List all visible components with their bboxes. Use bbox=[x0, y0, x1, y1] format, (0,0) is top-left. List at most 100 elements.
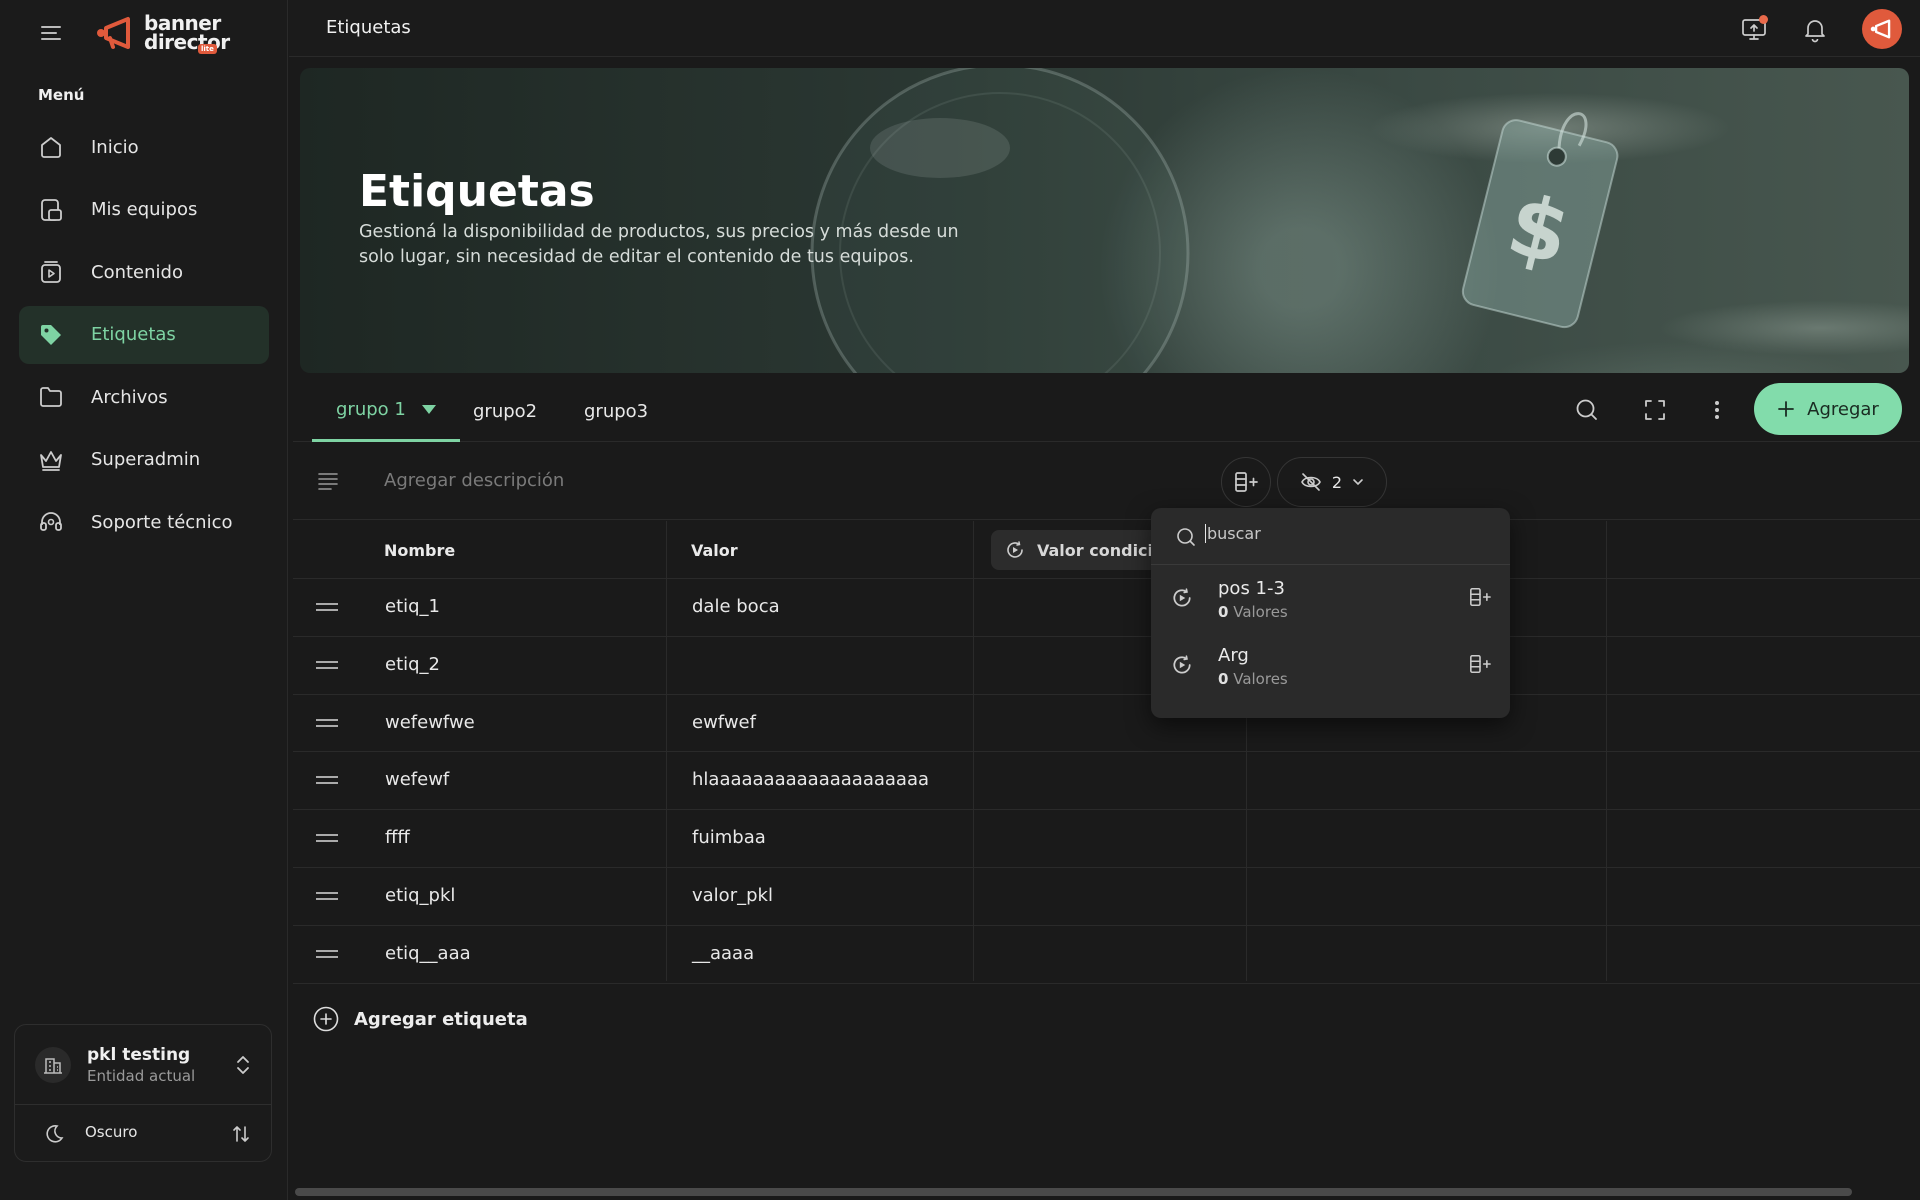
column-header-nombre[interactable]: Nombre bbox=[384, 541, 455, 560]
theme-label: Oscuro bbox=[85, 1123, 138, 1141]
add-button[interactable]: Agregar bbox=[1754, 383, 1902, 435]
user-avatar[interactable] bbox=[1862, 9, 1902, 49]
tab-grupo-1[interactable]: grupo 1 bbox=[312, 380, 460, 442]
tag-value-cell[interactable]: valor_pkl bbox=[692, 885, 773, 906]
fullscreen-icon[interactable] bbox=[1641, 396, 1669, 424]
banner-title: Etiquetas bbox=[359, 166, 595, 217]
drag-handle-icon[interactable] bbox=[316, 718, 338, 727]
conditional-value-icon bbox=[1173, 655, 1191, 674]
tab-grupo3[interactable]: grupo3 bbox=[584, 380, 648, 442]
devices-icon bbox=[41, 198, 62, 221]
add-column-icon[interactable] bbox=[1468, 653, 1492, 675]
dropdown-item[interactable]: pos 1-3 0 Valores bbox=[1151, 565, 1510, 631]
description-input[interactable]: Agregar descripción bbox=[384, 470, 564, 491]
entity-subtitle: Entidad actual bbox=[87, 1067, 196, 1085]
drag-handle-icon[interactable] bbox=[316, 891, 338, 900]
dropdown-search: buscar bbox=[1151, 508, 1510, 565]
topbar: Etiquetas bbox=[289, 0, 1920, 57]
eye-off-icon bbox=[1301, 473, 1321, 491]
tag-name-cell[interactable]: ffff bbox=[385, 827, 410, 848]
sidebar-item-inicio[interactable]: Inicio bbox=[19, 118, 269, 176]
tag-name-cell[interactable]: etiq_1 bbox=[385, 596, 440, 617]
tag-name-cell[interactable]: wefewf bbox=[385, 769, 449, 790]
drag-handle-icon[interactable] bbox=[316, 660, 338, 669]
page-title: Etiquetas bbox=[326, 17, 411, 38]
drag-handle-icon[interactable] bbox=[316, 834, 338, 843]
sidebar-item-label: Contenido bbox=[91, 261, 183, 283]
conditional-value-icon bbox=[1173, 588, 1191, 607]
column-header-valor-condicional[interactable]: Valor condici bbox=[991, 530, 1170, 570]
megaphone-logo-icon bbox=[97, 17, 130, 49]
tag-value-cell[interactable]: dale boca bbox=[692, 596, 780, 617]
tag-name-cell[interactable]: etiq_pkl bbox=[385, 885, 455, 906]
sidebar-item-superadmin[interactable]: Superadmin bbox=[19, 431, 269, 489]
add-column-button[interactable] bbox=[1221, 457, 1271, 507]
moon-icon bbox=[46, 1125, 64, 1143]
add-button-label: Agregar bbox=[1807, 398, 1879, 420]
table-row[interactable]: etiq_pkl valor_pkl bbox=[293, 868, 1920, 926]
table-row[interactable]: etiq_2 bbox=[293, 637, 1920, 695]
drag-handle-icon[interactable] bbox=[316, 949, 338, 958]
add-tag-button[interactable]: Agregar etiqueta bbox=[312, 1005, 528, 1033]
sidebar-item-etiquetas[interactable]: Etiquetas bbox=[19, 305, 269, 364]
table-header: Nombre Valor Valor condici bbox=[293, 521, 1920, 579]
logo-badge: lite bbox=[198, 44, 217, 54]
plus-icon bbox=[1778, 401, 1795, 417]
tag-value-cell[interactable]: hlaaaaaaaaaaaaaaaaaaaa bbox=[692, 769, 929, 790]
drag-handle-icon[interactable] bbox=[316, 776, 338, 785]
tab-grupo2[interactable]: grupo2 bbox=[473, 380, 537, 442]
entity-selector[interactable]: pkl testing Entidad actual bbox=[15, 1025, 271, 1105]
sidebar-item-label: Mis equipos bbox=[91, 199, 198, 220]
tag-name-cell[interactable]: etiq__aaa bbox=[385, 943, 471, 964]
horizontal-scrollbar[interactable] bbox=[295, 1188, 1852, 1196]
add-column-icon[interactable] bbox=[1468, 586, 1492, 608]
sidebar: banner director lite Menú Inicio Mis equ… bbox=[0, 0, 288, 1200]
tag-name-cell[interactable]: wefewfwe bbox=[385, 712, 475, 733]
add-column-icon bbox=[1235, 472, 1258, 492]
sidebar-item-archivos[interactable]: Archivos bbox=[19, 368, 269, 426]
crown-icon bbox=[40, 450, 62, 471]
sidebar-item-soporte-tecnico[interactable]: Soporte técnico bbox=[19, 493, 269, 551]
text-align-icon bbox=[318, 473, 338, 490]
conditional-value-icon bbox=[1007, 541, 1023, 558]
notification-dot bbox=[1759, 15, 1768, 24]
add-tag-label: Agregar etiqueta bbox=[354, 1008, 528, 1030]
plus-circle-icon bbox=[313, 1006, 339, 1032]
tab-label: grupo2 bbox=[473, 400, 538, 422]
dropdown-item-name: pos 1-3 bbox=[1218, 578, 1285, 599]
sidebar-item-label: Inicio bbox=[91, 136, 139, 158]
column-header-valor[interactable]: Valor bbox=[691, 541, 738, 560]
hidden-columns-button[interactable]: 2 bbox=[1277, 457, 1387, 507]
table-row[interactable]: etiq__aaa __aaaa bbox=[293, 926, 1920, 984]
sidebar-item-label: Soporte técnico bbox=[91, 511, 233, 533]
sidebar-item-label: Archivos bbox=[91, 386, 168, 408]
caret-down-icon[interactable] bbox=[421, 405, 436, 414]
search-icon[interactable] bbox=[1573, 396, 1601, 424]
sidebar-item-mis-equipos[interactable]: Mis equipos bbox=[19, 181, 269, 239]
column-header-label: Valor condici bbox=[1037, 540, 1154, 560]
hamburger-menu-icon[interactable] bbox=[38, 21, 64, 45]
tag-value-cell[interactable]: fuimbaa bbox=[692, 827, 766, 848]
table-row[interactable]: ffff fuimbaa bbox=[293, 810, 1920, 868]
drag-handle-icon[interactable] bbox=[316, 603, 338, 611]
tab-label: grupo3 bbox=[584, 400, 649, 422]
more-vertical-icon[interactable] bbox=[1703, 396, 1731, 424]
tag-value-cell[interactable]: ewfwef bbox=[692, 712, 756, 733]
dropdown-item-name: Arg bbox=[1218, 645, 1249, 666]
table-row[interactable]: wefewf hlaaaaaaaaaaaaaaaaaaaa bbox=[293, 752, 1920, 811]
swap-vertical-icon[interactable] bbox=[231, 1123, 251, 1145]
table-row[interactable]: etiq_1 dale boca bbox=[293, 579, 1920, 637]
description-row: Agregar descripción 2 bbox=[293, 443, 1920, 520]
dropdown-search-input[interactable]: buscar bbox=[1205, 524, 1261, 543]
search-icon bbox=[1177, 528, 1195, 546]
tag-value-cell[interactable]: __aaaa bbox=[692, 943, 754, 964]
table-row[interactable]: wefewfwe ewfwef bbox=[293, 695, 1920, 753]
content-icon bbox=[41, 261, 61, 283]
hero-banner: $ Etiquetas Gestioná la disponibilidad d… bbox=[300, 68, 1909, 373]
chevron-up-down-icon[interactable] bbox=[233, 1053, 253, 1077]
dropdown-item[interactable]: Arg 0 Valores bbox=[1151, 632, 1510, 698]
monitor-upload-icon[interactable] bbox=[1740, 15, 1768, 43]
bell-icon[interactable] bbox=[1801, 15, 1829, 43]
sidebar-item-contenido[interactable]: Contenido bbox=[19, 243, 269, 301]
tag-name-cell[interactable]: etiq_2 bbox=[385, 654, 440, 675]
